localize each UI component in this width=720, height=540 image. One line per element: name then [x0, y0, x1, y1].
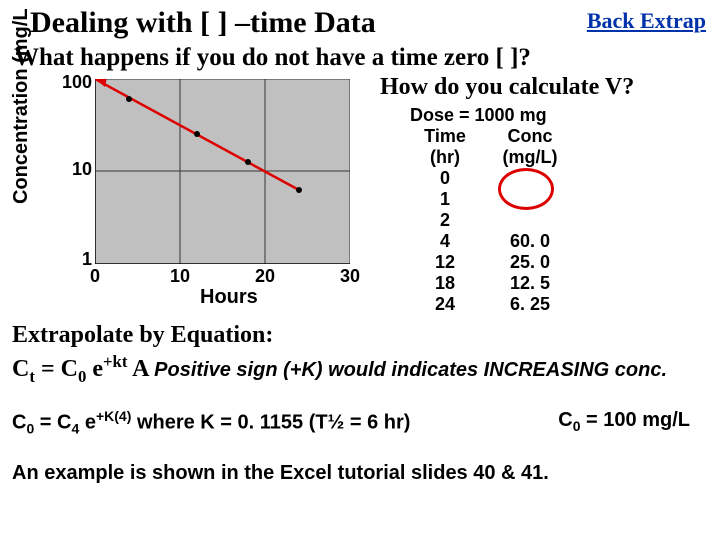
- ytick-100: 100: [42, 72, 92, 93]
- equation-note: Positive sign (+K) would indicates INCRE…: [154, 359, 667, 381]
- time-r0: 0: [440, 168, 450, 189]
- conc-header: Conc: [508, 126, 553, 147]
- chart: 100 10 1: [40, 74, 360, 304]
- plot-area: [95, 79, 350, 264]
- back-extrap-link[interactable]: Back Extrap: [587, 8, 706, 34]
- equation-block-1: Extrapolate by Equation: Ct = C0 e+kt A …: [0, 315, 720, 393]
- time-header: Time: [424, 126, 466, 147]
- conc-r2: [527, 210, 532, 231]
- data-panel: How do you calculate V? Dose = 1000 mg T…: [370, 74, 720, 315]
- content-row: Concentration (mg/L 100 10 1: [0, 74, 720, 315]
- xtick-0: 0: [80, 266, 110, 287]
- example-reference: An example is shown in the Excel tutoria…: [0, 456, 720, 491]
- time-r2: 2: [440, 210, 450, 231]
- time-r1: 1: [440, 189, 450, 210]
- equation-c0-result: C0 = 100 mg/L: [558, 407, 690, 439]
- chart-svg: [95, 79, 350, 264]
- time-r3: 4: [440, 231, 450, 252]
- time-r5: 18: [435, 273, 455, 294]
- extrapolate-heading: Extrapolate by Equation:: [12, 322, 273, 348]
- equation-ct: Ct = C0 e+kt A: [12, 356, 154, 382]
- equation-c0-left: C0 = C4 e+K(4) where K = 0. 1155 (T½ = 6…: [12, 407, 410, 439]
- chart-panel: Concentration (mg/L 100 10 1: [0, 74, 370, 315]
- missing-values-circle-icon: [498, 168, 554, 210]
- x-axis-label: Hours: [200, 286, 258, 309]
- y-axis-label: Concentration (mg/L: [10, 8, 33, 204]
- ytick-10: 10: [42, 159, 92, 180]
- question-one: What happens if you do not have a time z…: [0, 40, 720, 72]
- time-r6: 24: [435, 294, 455, 315]
- data-table: Time (hr) 0 1 2 4 12 18 24 Conc (mg/L) 6…: [380, 126, 720, 315]
- xtick-30: 30: [335, 266, 365, 287]
- question-two: How do you calculate V?: [380, 74, 720, 101]
- xtick-20: 20: [250, 266, 280, 287]
- conc-unit: (mg/L): [503, 147, 558, 168]
- conc-column: Conc (mg/L) 60. 0 25. 0 12. 5 6. 25: [480, 126, 580, 315]
- time-r4: 12: [435, 252, 455, 273]
- conc-r6: 6. 25: [510, 294, 550, 315]
- conc-r4: 25. 0: [510, 252, 550, 273]
- time-column: Time (hr) 0 1 2 4 12 18 24: [410, 126, 480, 315]
- time-unit: (hr): [430, 147, 460, 168]
- xtick-10: 10: [165, 266, 195, 287]
- dose-text: Dose = 1000 mg: [380, 105, 720, 126]
- conc-r5: 12. 5: [510, 273, 550, 294]
- conc-r3: 60. 0: [510, 231, 550, 252]
- equation-block-2: C0 = C4 e+K(4) where K = 0. 1155 (T½ = 6…: [0, 403, 720, 443]
